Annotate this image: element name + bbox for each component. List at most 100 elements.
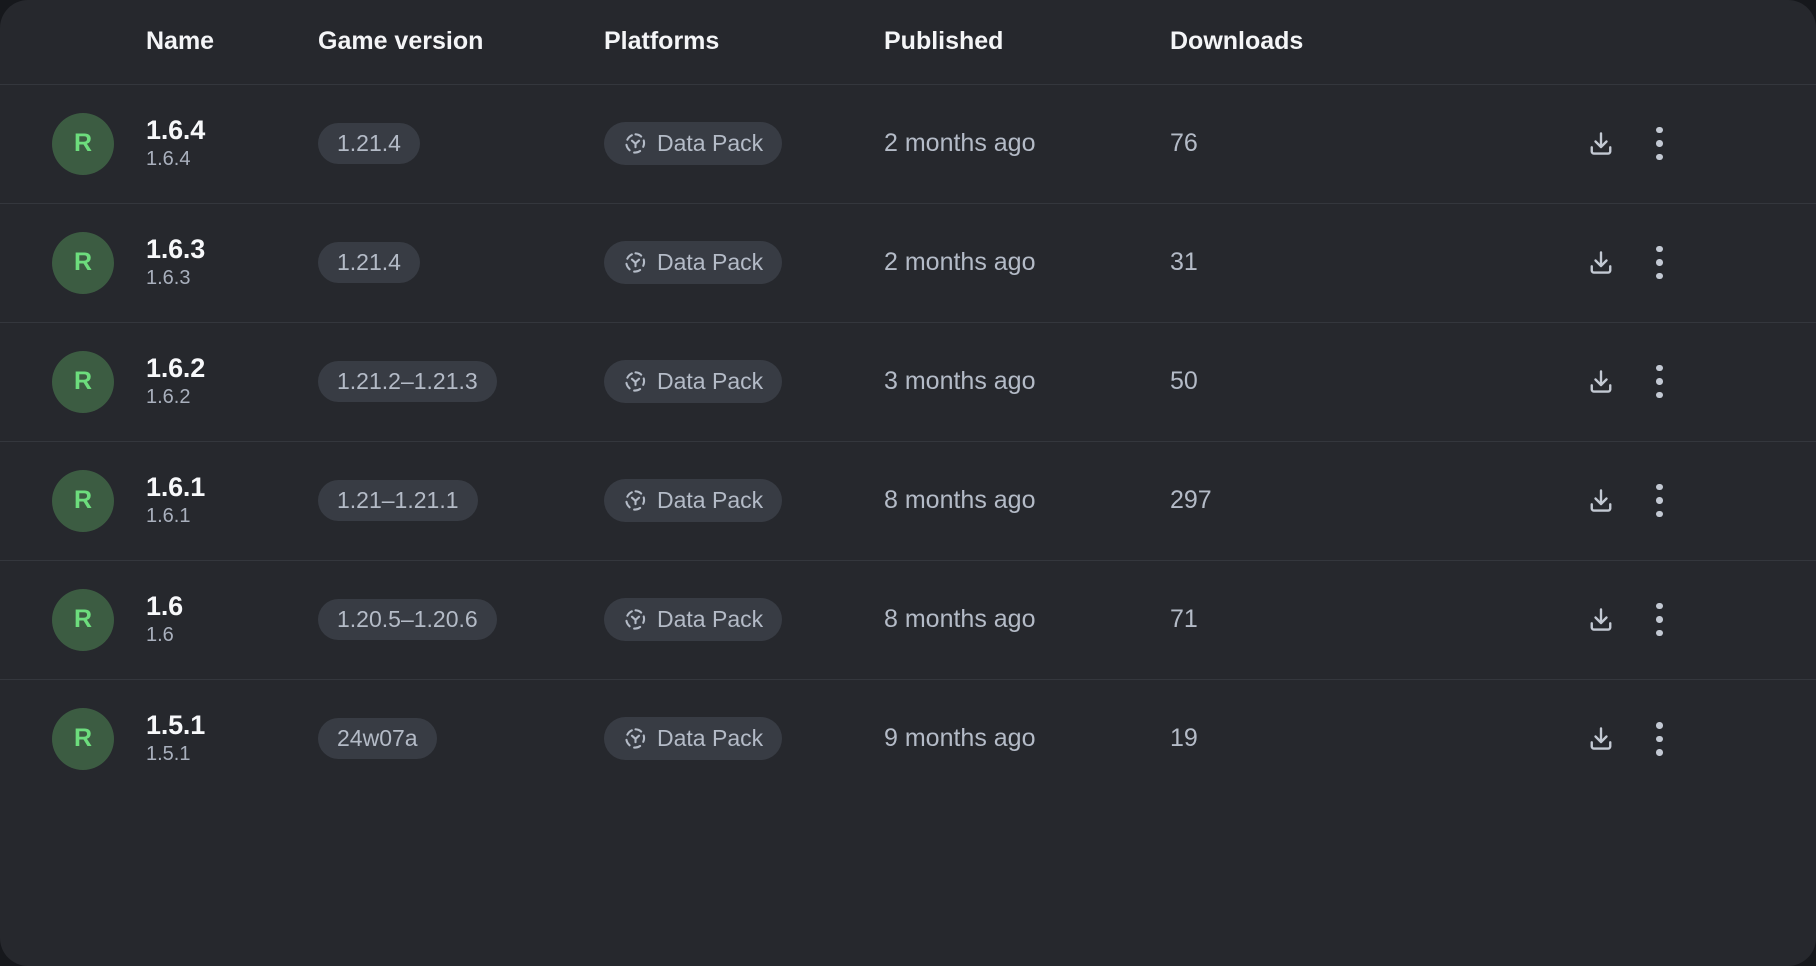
data-pack-icon [623, 369, 648, 394]
platform-label: Data Pack [657, 487, 764, 513]
platform-label: Data Pack [657, 606, 764, 632]
more-options-button[interactable] [1656, 602, 1663, 637]
download-button[interactable] [1586, 724, 1616, 754]
platform-label: Data Pack [657, 130, 764, 156]
row-downloads-cell: 50 [1170, 322, 1440, 441]
download-icon [1586, 724, 1616, 754]
column-header-platforms[interactable]: Platforms [604, 0, 884, 84]
game-version-badge: 1.21–1.21.1 [318, 480, 478, 521]
avatar: R [52, 231, 114, 294]
row-published-cell: 9 months ago [884, 679, 1170, 798]
download-button[interactable] [1586, 486, 1616, 516]
more-options-button[interactable] [1656, 126, 1663, 161]
avatar: R [52, 350, 114, 413]
game-version-badge: 1.21.4 [318, 242, 420, 283]
version-name[interactable]: 1.6 [146, 591, 318, 621]
published-date: 2 months ago [884, 248, 1036, 276]
download-button[interactable] [1586, 605, 1616, 635]
row-platform-cell: Data Pack [604, 679, 884, 798]
data-pack-icon [623, 131, 648, 156]
row-game-version-cell: 1.21–1.21.1 [318, 441, 604, 560]
row-game-version-cell: 1.21.2–1.21.3 [318, 322, 604, 441]
platform-badge: Data Pack [604, 717, 783, 761]
row-avatar-cell: R [0, 679, 146, 798]
table-body: R 1.6.4 1.6.4 1.21.4 Data Pack 2 months … [0, 84, 1816, 798]
downloads-count: 19 [1170, 724, 1198, 753]
avatar-letter: R [73, 367, 93, 395]
version-name[interactable]: 1.6.1 [146, 472, 318, 502]
column-header-name[interactable]: Name [146, 0, 318, 84]
version-number: 1.6.1 [146, 505, 191, 528]
version-name[interactable]: 1.6.4 [146, 115, 318, 145]
row-actions [1440, 364, 1816, 399]
platform-badge: Data Pack [604, 479, 783, 522]
more-options-button[interactable] [1656, 245, 1663, 280]
download-button[interactable] [1586, 367, 1616, 397]
platform-badge: Data Pack [604, 241, 783, 284]
avatar: R [52, 707, 114, 770]
more-options-button[interactable] [1656, 722, 1663, 756]
row-avatar-cell: R [0, 84, 146, 203]
avatar-letter: R [73, 129, 93, 157]
platform-label: Data Pack [657, 368, 764, 394]
version-number: 1.6.4 [146, 148, 191, 171]
game-version-label: 1.21.2–1.21.3 [337, 368, 478, 394]
more-vertical-icon [1656, 722, 1663, 756]
table-row[interactable]: R 1.6 1.6 1.20.5–1.20.6 Data Pack 8 mont… [0, 560, 1816, 679]
download-icon [1586, 486, 1616, 516]
download-button[interactable] [1586, 129, 1616, 159]
avatar-letter: R [73, 248, 93, 276]
data-pack-icon [623, 726, 648, 751]
row-name-cell: 1.6.1 1.6.1 [146, 441, 318, 560]
row-platform-cell: Data Pack [604, 322, 884, 441]
header-row: Name Game version Platforms Published Do… [0, 0, 1816, 84]
version-name[interactable]: 1.6.3 [146, 234, 318, 264]
version-name[interactable]: 1.6.2 [146, 353, 318, 383]
table-row[interactable]: R 1.5.1 1.5.1 24w07a Data Pack 9 months … [0, 679, 1816, 798]
row-name-cell: 1.6.2 1.6.2 [146, 322, 318, 441]
published-date: 8 months ago [884, 486, 1036, 514]
table-header: Name Game version Platforms Published Do… [0, 0, 1816, 84]
row-actions [1440, 602, 1816, 637]
download-button[interactable] [1586, 248, 1616, 278]
table-row[interactable]: R 1.6.1 1.6.1 1.21–1.21.1 Data Pack 8 mo… [0, 441, 1816, 560]
downloads-count: 76 [1170, 129, 1198, 157]
column-header-game-version[interactable]: Game version [318, 0, 604, 84]
game-version-label: 1.21.4 [337, 130, 401, 156]
avatar: R [52, 588, 114, 651]
avatar: R [52, 112, 114, 175]
table-row[interactable]: R 1.6.3 1.6.3 1.21.4 Data Pack 2 months … [0, 203, 1816, 322]
version-name[interactable]: 1.5.1 [146, 710, 318, 740]
row-game-version-cell: 1.20.5–1.20.6 [318, 560, 604, 679]
row-game-version-cell: 1.21.4 [318, 84, 604, 203]
more-options-button[interactable] [1656, 364, 1663, 399]
row-published-cell: 8 months ago [884, 560, 1170, 679]
game-version-badge: 1.20.5–1.20.6 [318, 599, 497, 640]
row-actions [1440, 722, 1816, 756]
row-avatar-cell: R [0, 441, 146, 560]
platform-badge: Data Pack [604, 360, 783, 403]
versions-table: Name Game version Platforms Published Do… [0, 0, 1816, 798]
downloads-count: 50 [1170, 367, 1198, 395]
game-version-badge: 1.21.2–1.21.3 [318, 361, 497, 402]
row-actions-cell [1440, 679, 1816, 798]
more-options-button[interactable] [1656, 483, 1663, 518]
table-row[interactable]: R 1.6.4 1.6.4 1.21.4 Data Pack 2 months … [0, 84, 1816, 203]
row-published-cell: 2 months ago [884, 203, 1170, 322]
platform-badge: Data Pack [604, 598, 783, 641]
row-actions [1440, 483, 1816, 518]
row-platform-cell: Data Pack [604, 203, 884, 322]
more-vertical-icon [1656, 602, 1663, 637]
column-header-downloads[interactable]: Downloads [1170, 0, 1440, 84]
downloads-count: 297 [1170, 486, 1212, 514]
game-version-label: 24w07a [337, 725, 418, 752]
published-date: 3 months ago [884, 367, 1036, 395]
row-downloads-cell: 31 [1170, 203, 1440, 322]
row-downloads-cell: 71 [1170, 560, 1440, 679]
version-number: 1.6.2 [146, 386, 191, 409]
column-header-actions [1440, 0, 1816, 84]
column-header-published[interactable]: Published [884, 0, 1170, 84]
download-icon [1586, 248, 1616, 278]
platform-badge: Data Pack [604, 122, 783, 165]
table-row[interactable]: R 1.6.2 1.6.2 1.21.2–1.21.3 Data Pack 3 … [0, 322, 1816, 441]
